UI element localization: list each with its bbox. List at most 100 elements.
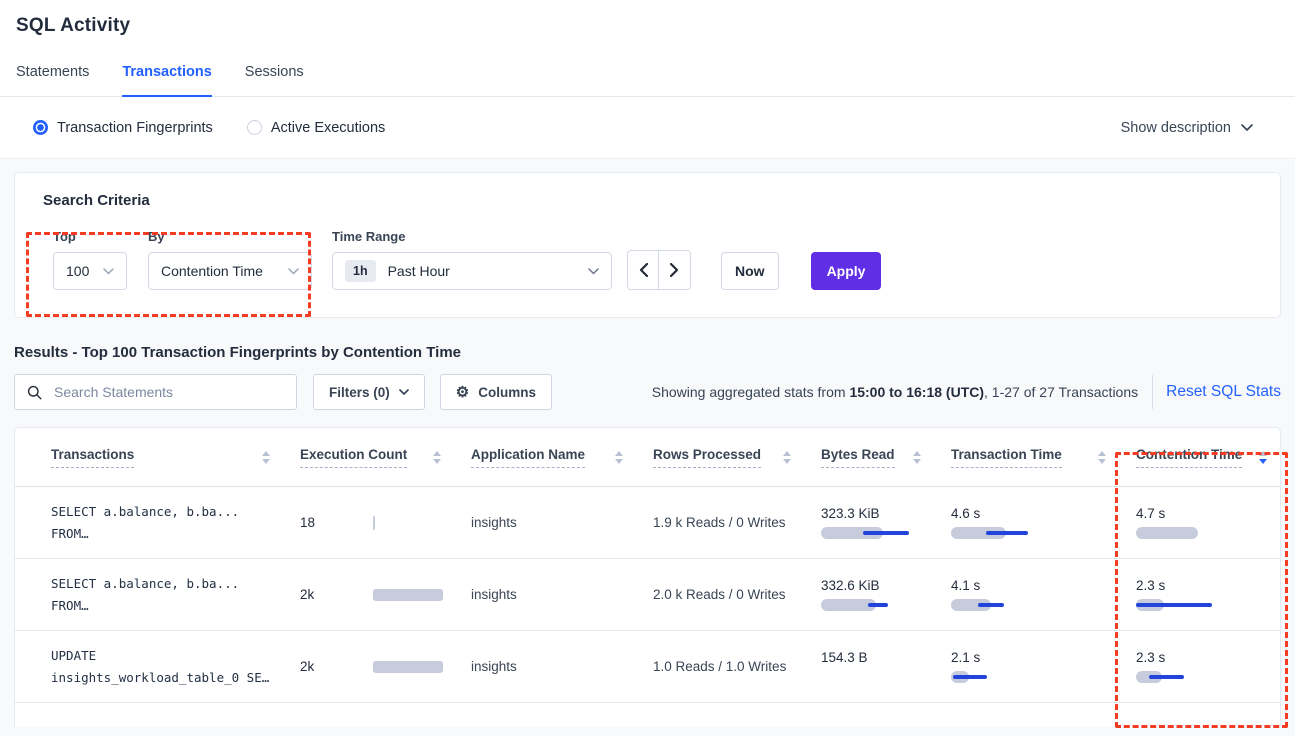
reset-sql-stats-link[interactable]: Reset SQL Stats — [1166, 383, 1281, 401]
chevron-down-icon — [103, 268, 114, 275]
column-header-rows-processed[interactable]: Rows Processed — [653, 447, 821, 468]
transaction-fingerprint-link[interactable]: SELECT a.balance, b.ba...FROM… — [51, 573, 300, 617]
sort-up-icon — [1259, 451, 1267, 456]
bytes-read-cell: 332.6 KiB — [821, 578, 951, 611]
sort-up-icon — [783, 451, 791, 456]
sort-down-icon — [1098, 459, 1106, 464]
sort-icon[interactable] — [615, 451, 623, 464]
tab-transactions[interactable]: Transactions — [122, 64, 211, 96]
transaction-fingerprint-link[interactable]: UPDATEinsights_workload_table_0 SE… — [51, 645, 300, 689]
bytes-read-bar-chart — [821, 599, 921, 611]
query-line-2: insights_workload_table_0 SE… — [51, 667, 300, 689]
table-row[interactable]: SELECT a.balance, b.ba...FROM…2kinsights… — [15, 559, 1280, 631]
table-row[interactable]: UPDATEinsights_workload_table_0 SE…2kins… — [15, 631, 1280, 703]
aggregated-stats-text: Showing aggregated stats from 15:00 to 1… — [652, 384, 1138, 400]
contention-time-stddev-line — [1149, 675, 1184, 679]
transaction-time-cell: 4.1 s — [951, 578, 1136, 611]
stats-time-range: 15:00 to 16:18 (UTC) — [849, 384, 984, 400]
search-icon — [27, 385, 42, 400]
bytes-read-stddev-line — [863, 531, 909, 535]
execution-count-cell: 18 — [300, 515, 471, 530]
execution-count-value: 18 — [300, 515, 373, 530]
contention-time-value: 2.3 s — [1136, 578, 1280, 593]
columns-button[interactable]: ⚙ Columns — [440, 374, 552, 410]
top-select[interactable]: 100 — [53, 252, 127, 290]
contention-time-cell: 2.3 s — [1136, 578, 1280, 611]
rows-processed-cell: 1.0 Reads / 1.0 Writes — [653, 659, 821, 674]
filters-button[interactable]: Filters (0) — [313, 374, 425, 410]
by-select[interactable]: Contention Time — [148, 252, 312, 290]
transaction-time-stddev-line — [953, 675, 987, 679]
column-header-bytes-read[interactable]: Bytes Read — [821, 447, 951, 468]
sort-up-icon — [1098, 451, 1106, 456]
sort-down-icon — [433, 459, 441, 464]
page-header: SQL Activity Statements Transactions Ses… — [0, 0, 1295, 159]
transactions-table: TransactionsExecution CountApplication N… — [14, 427, 1281, 727]
next-time-range-button[interactable] — [659, 251, 690, 289]
bytes-read-cell: 323.3 KiB — [821, 506, 951, 539]
now-button[interactable]: Now — [721, 252, 779, 290]
column-header-label: Transaction Time — [951, 447, 1062, 468]
sort-icon[interactable] — [262, 451, 270, 464]
results-heading: Results - Top 100 Transaction Fingerprin… — [14, 344, 1281, 361]
previous-time-range-button[interactable] — [628, 251, 659, 289]
filters-button-label: Filters (0) — [329, 385, 390, 400]
query-line-2: FROM… — [51, 523, 300, 545]
execution-count-bar — [373, 661, 443, 673]
sort-up-icon — [913, 451, 921, 456]
column-header-execution-count[interactable]: Execution Count — [300, 447, 471, 468]
sort-icon[interactable] — [783, 451, 791, 464]
contention-time-bar-chart — [1136, 527, 1236, 539]
page-title: SQL Activity — [0, 0, 1295, 37]
sort-icon[interactable] — [1098, 451, 1106, 464]
chevron-right-icon — [670, 263, 679, 277]
sort-up-icon — [615, 451, 623, 456]
sort-up-icon — [433, 451, 441, 456]
query-line-1: SELECT a.balance, b.ba... — [51, 501, 300, 523]
application-name-cell: insights — [471, 659, 653, 674]
transaction-fingerprint-link[interactable]: SELECT a.balance, b.ba...FROM… — [51, 501, 300, 545]
top-label: Top — [53, 229, 127, 244]
radio-active-executions[interactable]: Active Executions — [247, 120, 385, 136]
sort-down-icon — [783, 459, 791, 464]
tab-sessions[interactable]: Sessions — [245, 64, 304, 96]
show-description-toggle[interactable]: Show description — [1121, 120, 1253, 136]
time-range-select[interactable]: 1h Past Hour — [332, 252, 612, 290]
radio-transaction-fingerprints[interactable]: Transaction Fingerprints — [33, 120, 213, 136]
by-select-value: Contention Time — [161, 263, 263, 279]
radio-selected-icon — [33, 120, 48, 135]
rows-processed-cell: 2.0 k Reads / 0 Writes — [653, 587, 821, 602]
transaction-time-cell: 2.1 s — [951, 650, 1136, 683]
column-header-label: Contention Time — [1136, 447, 1242, 468]
bytes-read-value: 154.3 B — [821, 650, 951, 665]
execution-count-value: 2k — [300, 587, 373, 602]
tab-statements[interactable]: Statements — [16, 64, 89, 96]
transaction-time-stddev-line — [978, 603, 1004, 607]
search-statements-input[interactable] — [52, 383, 284, 401]
contention-time-cell: 4.7 s — [1136, 506, 1280, 539]
sort-up-icon — [262, 451, 270, 456]
sort-down-icon — [1259, 459, 1267, 464]
show-description-label: Show description — [1121, 120, 1231, 136]
sort-down-icon — [262, 459, 270, 464]
bytes-read-cell: 154.3 B — [821, 650, 951, 683]
time-range-value: Past Hour — [388, 263, 450, 279]
sort-icon[interactable] — [913, 451, 921, 464]
view-toggle-bar: Transaction Fingerprints Active Executio… — [0, 97, 1295, 159]
table-row[interactable]: SELECT a.balance, b.ba...FROM…18insights… — [15, 487, 1280, 559]
apply-button[interactable]: Apply — [811, 252, 882, 290]
column-header-transactions[interactable]: Transactions — [51, 447, 300, 468]
column-header-transaction-time[interactable]: Transaction Time — [951, 447, 1136, 468]
column-header-contention-time[interactable]: Contention Time — [1136, 447, 1280, 468]
column-header-application-name[interactable]: Application Name — [471, 447, 653, 468]
query-line-1: SELECT a.balance, b.ba... — [51, 573, 300, 595]
contention-time-value: 2.3 s — [1136, 650, 1280, 665]
sort-icon[interactable] — [1259, 451, 1267, 464]
chevron-left-icon — [639, 263, 648, 277]
chevron-down-icon — [288, 268, 299, 275]
table-header-row: TransactionsExecution CountApplication N… — [15, 428, 1280, 487]
chevron-down-icon — [1241, 124, 1253, 131]
sort-icon[interactable] — [433, 451, 441, 464]
chevron-down-icon — [399, 389, 409, 395]
bytes-read-value: 323.3 KiB — [821, 506, 951, 521]
